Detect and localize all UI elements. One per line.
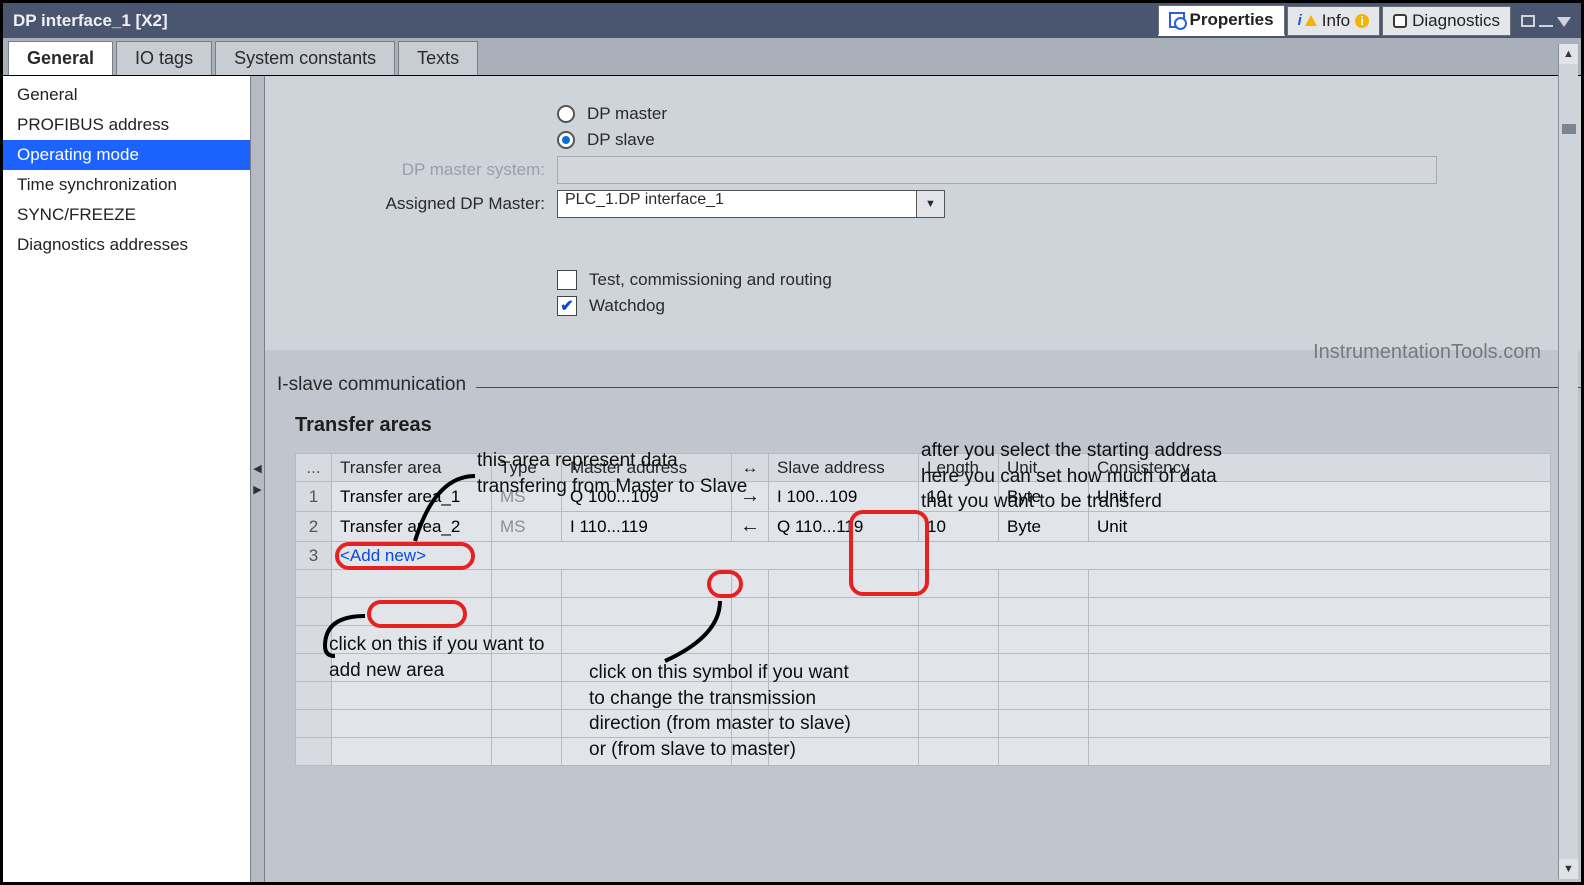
sidebar-nav: General PROFIBUS address ▶ Operating mod… (3, 76, 251, 882)
inspector-tab-diagnostics[interactable]: Diagnostics (1382, 6, 1511, 36)
content-pane: DP master DP slave DP master system: Ass… (265, 76, 1581, 882)
transfer-areas-table: ... Transfer area Type Master address ↔ … (295, 453, 1551, 766)
table-row-empty (296, 654, 1551, 682)
assigned-dp-master-label: Assigned DP Master: (305, 194, 545, 214)
table-col-slave-address[interactable]: Slave address (769, 454, 919, 482)
section-islave-communication: I-slave communication (277, 374, 1581, 396)
properties-icon (1169, 12, 1185, 28)
table-row-number: 2 (296, 512, 332, 542)
split-handle-right-icon: ▶ (253, 483, 261, 496)
tab-texts[interactable]: Texts (398, 41, 478, 75)
sidebar-item-operating-mode-label: Operating mode (17, 145, 139, 164)
cell-consistency[interactable]: Unit (1089, 512, 1551, 542)
assigned-dp-master-select[interactable]: PLC_1.DP interface_1 ▼ (557, 190, 945, 218)
scrollbar-down-icon[interactable]: ▼ (1559, 859, 1578, 879)
table-col-master-address[interactable]: Master address (562, 454, 732, 482)
sidebar-item-sync-freeze[interactable]: SYNC/FREEZE (3, 200, 250, 230)
cell-transfer-area-name[interactable]: Transfer area_2 (332, 512, 492, 542)
table-row[interactable]: 2 Transfer area_2 MS I 110...119 ← Q 110… (296, 512, 1551, 542)
table-row-number: 1 (296, 482, 332, 512)
inspector-tab-properties[interactable]: Properties (1158, 5, 1285, 36)
table-col-transfer-area[interactable]: Transfer area (332, 454, 492, 482)
assigned-dp-master-value: PLC_1.DP interface_1 (557, 190, 917, 218)
table-row-number: 3 (296, 542, 332, 570)
inspector-tab-diagnostics-label: Diagnostics (1412, 11, 1500, 31)
dropdown-arrow-icon[interactable]: ▼ (917, 190, 945, 218)
table-col-direction[interactable]: ↔ (732, 454, 769, 482)
cell-type: MS (492, 482, 562, 512)
cell-length[interactable]: 10 (919, 512, 999, 542)
cell-unit[interactable]: Byte (999, 482, 1089, 512)
dp-master-system-input (557, 156, 1437, 184)
checkbox-watchdog-label: Watchdog (589, 296, 665, 316)
cell-master-address[interactable]: Q 100...109 (562, 482, 732, 512)
table-row-empty (296, 682, 1551, 710)
cell-direction-icon[interactable]: → (732, 482, 769, 512)
scrollbar-thumb[interactable] (1562, 124, 1576, 134)
cell-slave-address[interactable]: Q 110...119 (769, 512, 919, 542)
split-handle-left-icon: ◀ (253, 462, 261, 475)
scrollbar-up-icon[interactable]: ▲ (1559, 44, 1578, 64)
table-row-empty (296, 738, 1551, 766)
cell-master-address[interactable]: I 110...119 (562, 512, 732, 542)
sidebar-item-diagnostics-addresses[interactable]: Diagnostics addresses (3, 230, 250, 260)
table-row[interactable]: 1 Transfer area_1 MS Q 100...109 → I 100… (296, 482, 1551, 512)
sidebar-item-general[interactable]: General (3, 80, 250, 110)
diagnostics-icon (1393, 14, 1407, 28)
inspector-tab-properties-label: Properties (1190, 10, 1274, 30)
sidebar-item-operating-mode[interactable]: ▶ Operating mode (3, 140, 250, 170)
sidebar-item-time-sync[interactable]: Time synchronization (3, 170, 250, 200)
table-row-addnew[interactable]: 3 <Add new> (296, 542, 1551, 570)
table-col-unit[interactable]: Unit (999, 454, 1089, 482)
radio-dp-slave[interactable] (557, 131, 575, 149)
operating-mode-panel: DP master DP slave DP master system: Ass… (265, 76, 1581, 350)
sidebar-selected-marker-icon: ▶ (0, 145, 2, 159)
table-row-empty (296, 710, 1551, 738)
cell-type: MS (492, 512, 562, 542)
cell-direction-icon[interactable]: ← (732, 512, 769, 542)
cell-transfer-area-name[interactable]: Transfer area_1 (332, 482, 492, 512)
table-row-empty (296, 570, 1551, 598)
dp-master-system-label: DP master system: (305, 160, 545, 180)
checkbox-test-routing-label: Test, commissioning and routing (589, 270, 832, 290)
window-title: DP interface_1 [X2] (13, 11, 1156, 31)
cell-slave-address[interactable]: I 100...109 (769, 482, 919, 512)
window-restore-icon[interactable] (1521, 15, 1535, 27)
vertical-scrollbar[interactable]: ▲ ▼ (1558, 44, 1578, 879)
tab-general[interactable]: General (8, 41, 113, 75)
table-col-consistency[interactable]: Consistency (1089, 454, 1551, 482)
window-control-icons (1521, 15, 1571, 27)
sidebar-item-profibus-address[interactable]: PROFIBUS address (3, 110, 250, 140)
info-badge-icon: i (1355, 14, 1369, 28)
transfer-areas-heading: Transfer areas (295, 414, 1581, 437)
table-col-ellipsis[interactable]: ... (296, 454, 332, 482)
window-dropdown-icon[interactable] (1557, 17, 1571, 27)
section-divider-line (476, 387, 1581, 388)
checkbox-watchdog[interactable]: ✔ (557, 296, 577, 316)
window-titlebar: DP interface_1 [X2] Properties i Info i … (3, 3, 1581, 38)
radio-dp-master[interactable] (557, 105, 575, 123)
section-islave-label: I-slave communication (277, 374, 466, 396)
table-col-length[interactable]: Length (919, 454, 999, 482)
cell-unit[interactable]: Byte (999, 512, 1089, 542)
tab-iotags[interactable]: IO tags (116, 41, 212, 75)
table-col-type[interactable]: Type (492, 454, 562, 482)
cell-length[interactable]: 10 (919, 482, 999, 512)
inspector-tab-info[interactable]: i Info i (1287, 6, 1381, 36)
watermark-text: InstrumentationTools.com (1313, 341, 1541, 364)
info-icon: i (1298, 12, 1317, 29)
cell-consistency[interactable]: Unit (1089, 482, 1551, 512)
properties-tabrow: General IO tags System constants Texts (3, 38, 1581, 76)
checkbox-test-routing[interactable] (557, 270, 577, 290)
tab-system-constants[interactable]: System constants (215, 41, 395, 75)
cell-add-new[interactable]: <Add new> (332, 542, 492, 570)
window-minimize-icon[interactable] (1539, 15, 1553, 27)
split-handle[interactable]: ◀ ▶ (251, 76, 265, 882)
table-row-empty (296, 598, 1551, 626)
radio-dp-slave-label: DP slave (587, 130, 655, 150)
radio-dp-master-label: DP master (587, 104, 667, 124)
table-row-empty (296, 626, 1551, 654)
inspector-tab-info-label: Info (1322, 11, 1350, 31)
